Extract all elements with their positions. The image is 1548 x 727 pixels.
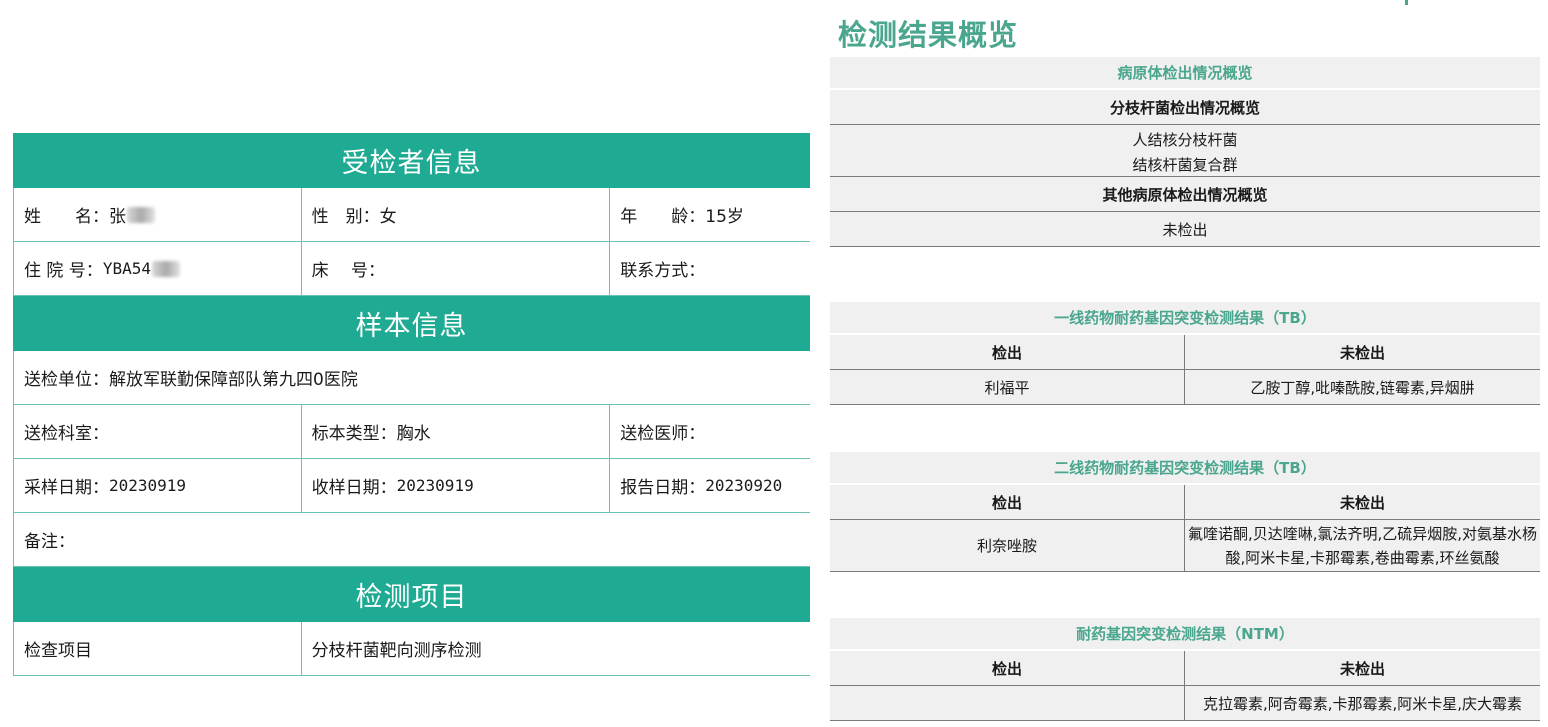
section-header-patient: 受检者信息	[13, 133, 810, 188]
second-line-not-detected-1: 氟喹诺酮,贝达喹啉,氯法齐明,乙硫异烟胺,对氨基水杨	[1187, 524, 1538, 543]
gender-cell: 性 别： 女	[302, 188, 611, 241]
bed-label: 床 号：	[311, 261, 386, 281]
ntm-col-headers: 检出 未检出	[830, 651, 1540, 686]
ntm-header: 耐药基因突变检测结果（NTM）	[830, 618, 1540, 651]
second-line-not-detected-cell: 氟喹诺酮,贝达喹啉,氯法齐明,乙硫异烟胺,对氨基水杨 酸,阿米卡星,卡那霉素,卷…	[1185, 520, 1540, 571]
section-header-sample: 样本信息	[13, 296, 810, 351]
first-line-table: 一线药物耐药基因突变检测结果（TB） 检出 未检出 利福平 乙胺丁醇,吡嗪酰胺,…	[830, 302, 1540, 405]
collect-date-cell: 采样日期： 20230919	[14, 459, 302, 512]
sample-type-label: 标本类型：	[311, 424, 397, 444]
inpatient-label: 住 院 号：	[24, 261, 103, 281]
myco-header: 分枝杆菌检出情况概览	[830, 90, 1540, 125]
page-title: 检测结果概览	[838, 18, 1019, 52]
sample-type-cell: 标本类型： 胸水	[302, 405, 611, 458]
col-not-detected: 未检出	[1339, 659, 1385, 678]
receive-date-value: 20230919	[396, 476, 474, 495]
col-detected: 检出	[830, 485, 1185, 519]
doctor-cell: 送检医师：	[610, 405, 810, 458]
second-line-col-headers: 检出 未检出	[830, 485, 1540, 520]
unit-value: 解放军联勤保障部队第九四0医院	[109, 370, 358, 390]
receive-date-label: 收样日期：	[311, 478, 397, 498]
inpatient-value: YBA54	[102, 259, 151, 278]
inpatient-cell: 住 院 号： YBA54	[14, 242, 302, 295]
test-item-label: 检查项目	[24, 641, 92, 661]
bed-cell: 床 号：	[302, 242, 611, 295]
redaction-blur	[127, 206, 155, 223]
myco-item: 结核杆菌复合群	[830, 152, 1540, 177]
ntm-row: 克拉霉素,阿奇霉素,卡那霉素,阿米卡星,庆大霉素	[830, 686, 1540, 721]
second-line-header: 二线药物耐药基因突变检测结果（TB）	[830, 452, 1540, 485]
age-value: 15岁	[705, 207, 744, 227]
second-line-table: 二线药物耐药基因突变检测结果（TB） 检出 未检出 利奈唑胺 氟喹诺酮,贝达喹啉…	[830, 452, 1540, 572]
section-header-test: 检测项目	[13, 567, 810, 622]
first-line-col-headers: 检出 未检出	[830, 335, 1540, 370]
other-pathogen-value: 未检出	[830, 212, 1540, 247]
col-not-detected: 未检出	[1339, 343, 1385, 362]
other-pathogen-header: 其他病原体检出情况概览	[830, 177, 1540, 212]
patient-row-1: 姓 名： 张 性 别： 女 年 龄： 15岁	[13, 188, 810, 242]
sample-row-2: 送检科室： 标本类型： 胸水 送检医师：	[13, 405, 810, 459]
ntm-detected	[830, 686, 1185, 720]
report-date-label: 报告日期：	[620, 478, 706, 498]
name-label: 姓 名：	[24, 207, 109, 227]
pathogen-overview-table: 病原体检出情况概览 分枝杆菌检出情况概览 人结核分枝杆菌 结核杆菌复合群 其他病…	[830, 57, 1540, 247]
gender-label: 性 别：	[311, 207, 380, 227]
remark-label: 备注：	[24, 532, 75, 552]
receive-date-cell: 收样日期： 20230919	[302, 459, 611, 512]
pathogen-header: 病原体检出情况概览	[830, 57, 1540, 90]
patient-row-2: 住 院 号： YBA54 床 号： 联系方式：	[13, 242, 810, 296]
test-row: 检查项目 分枝杆菌靶向测序检测	[13, 622, 810, 676]
gender-value: 女	[379, 207, 397, 227]
top-accent-mark	[1405, 0, 1408, 5]
dept-label: 送检科室：	[24, 424, 109, 444]
ntm-table: 耐药基因突变检测结果（NTM） 检出 未检出 克拉霉素,阿奇霉素,卡那霉素,阿米…	[830, 618, 1540, 721]
report-date-cell: 报告日期： 20230920	[610, 459, 810, 512]
second-line-detected: 利奈唑胺	[830, 520, 1185, 571]
collect-date-value: 20230919	[109, 476, 187, 495]
test-item-value-cell: 分枝杆菌靶向测序检测	[302, 622, 810, 675]
test-item-value: 分枝杆菌靶向测序检测	[311, 641, 482, 661]
ntm-not-detected: 克拉霉素,阿奇霉素,卡那霉素,阿米卡星,庆大霉素	[1202, 694, 1523, 713]
report-date-value: 20230920	[705, 476, 783, 495]
patient-info-panel: 受检者信息 姓 名： 张 性 别： 女 年 龄： 15岁 住 院 号： YBA5…	[13, 133, 810, 676]
first-line-detected: 利福平	[830, 370, 1185, 404]
age-label: 年 龄：	[620, 207, 706, 227]
first-line-not-detected: 乙胺丁醇,吡嗪酰胺,链霉素,异烟肼	[1250, 378, 1475, 397]
contact-cell: 联系方式：	[610, 242, 810, 295]
age-cell: 年 龄： 15岁	[610, 188, 810, 241]
second-line-row: 利奈唑胺 氟喹诺酮,贝达喹啉,氯法齐明,乙硫异烟胺,对氨基水杨 酸,阿米卡星,卡…	[830, 520, 1540, 572]
remark-cell: 备注：	[14, 513, 810, 566]
sample-row-3: 采样日期： 20230919 收样日期： 20230919 报告日期： 2023…	[13, 459, 810, 513]
col-detected: 检出	[830, 335, 1185, 369]
dept-cell: 送检科室：	[14, 405, 302, 458]
contact-label: 联系方式：	[620, 261, 706, 281]
redaction-blur	[151, 260, 180, 277]
sample-row-unit: 送检单位： 解放军联勤保障部队第九四0医院	[13, 351, 810, 405]
second-line-not-detected-2: 酸,阿米卡星,卡那霉素,卷曲霉素,环丝氨酸	[1225, 548, 1500, 567]
sample-type-value: 胸水	[396, 424, 431, 444]
first-line-header: 一线药物耐药基因突变检测结果（TB）	[830, 302, 1540, 335]
first-line-row: 利福平 乙胺丁醇,吡嗪酰胺,链霉素,异烟肼	[830, 370, 1540, 405]
name-cell: 姓 名： 张	[14, 188, 302, 241]
collect-date-label: 采样日期：	[24, 478, 109, 498]
doctor-label: 送检医师：	[620, 424, 706, 444]
unit-label: 送检单位：	[24, 370, 109, 390]
name-value: 张	[109, 207, 126, 227]
sample-row-remark: 备注：	[13, 513, 810, 567]
unit-cell: 送检单位： 解放军联勤保障部队第九四0医院	[14, 351, 810, 404]
col-not-detected: 未检出	[1339, 493, 1385, 512]
test-item-label-cell: 检查项目	[14, 622, 302, 675]
col-detected: 检出	[830, 651, 1185, 685]
myco-item: 人结核分枝杆菌	[1132, 130, 1238, 149]
